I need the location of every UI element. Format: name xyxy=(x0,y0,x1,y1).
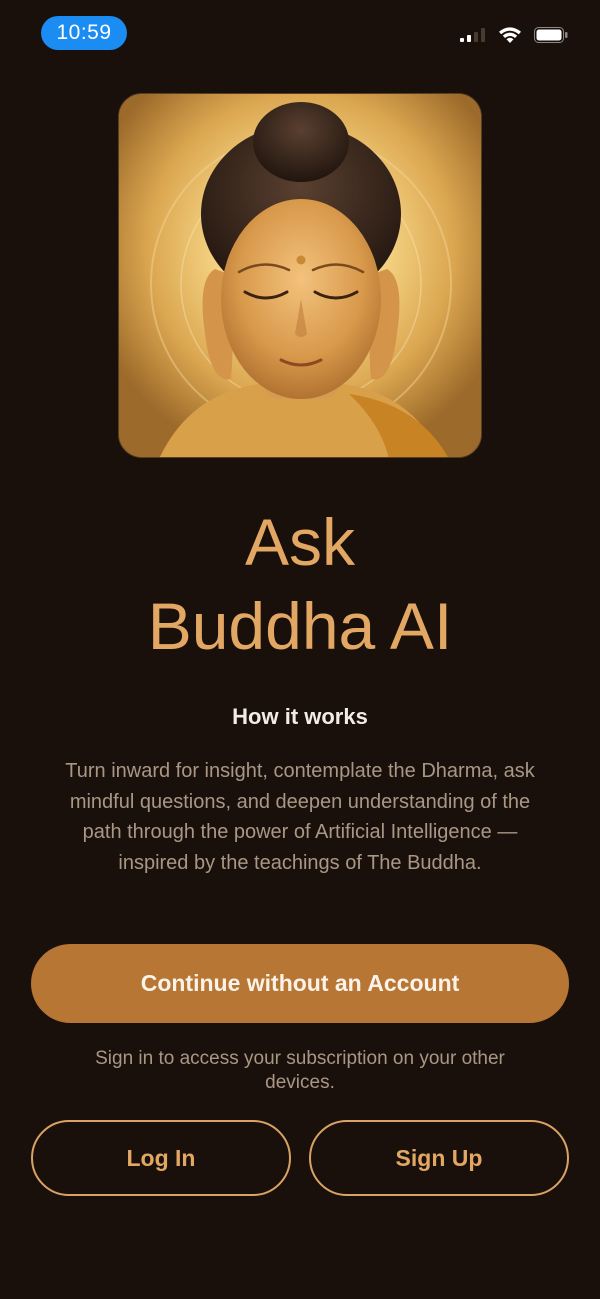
app-title: Ask Buddha AI xyxy=(0,500,600,668)
wifi-icon xyxy=(498,26,522,49)
buddha-portrait-image xyxy=(118,93,482,458)
sign-up-button[interactable]: Sign Up xyxy=(309,1120,569,1196)
how-it-works-description: Turn inward for insight, contemplate the… xyxy=(65,760,535,874)
status-time: 10:59 xyxy=(41,16,127,50)
app-title-line-2: Buddha AI xyxy=(147,589,453,663)
status-icons xyxy=(460,26,568,49)
cellular-signal-icon xyxy=(460,27,486,47)
app-title-line-1: Ask xyxy=(244,505,356,579)
status-bar: 10:59 xyxy=(0,0,600,70)
how-it-works-heading: How it works xyxy=(232,704,368,729)
signin-note: Sign in to access your subscription on y… xyxy=(95,1048,505,1093)
log-in-button[interactable]: Log In xyxy=(31,1120,291,1196)
continue-without-account-button[interactable]: Continue without an Account xyxy=(31,944,569,1023)
battery-icon xyxy=(534,26,568,48)
